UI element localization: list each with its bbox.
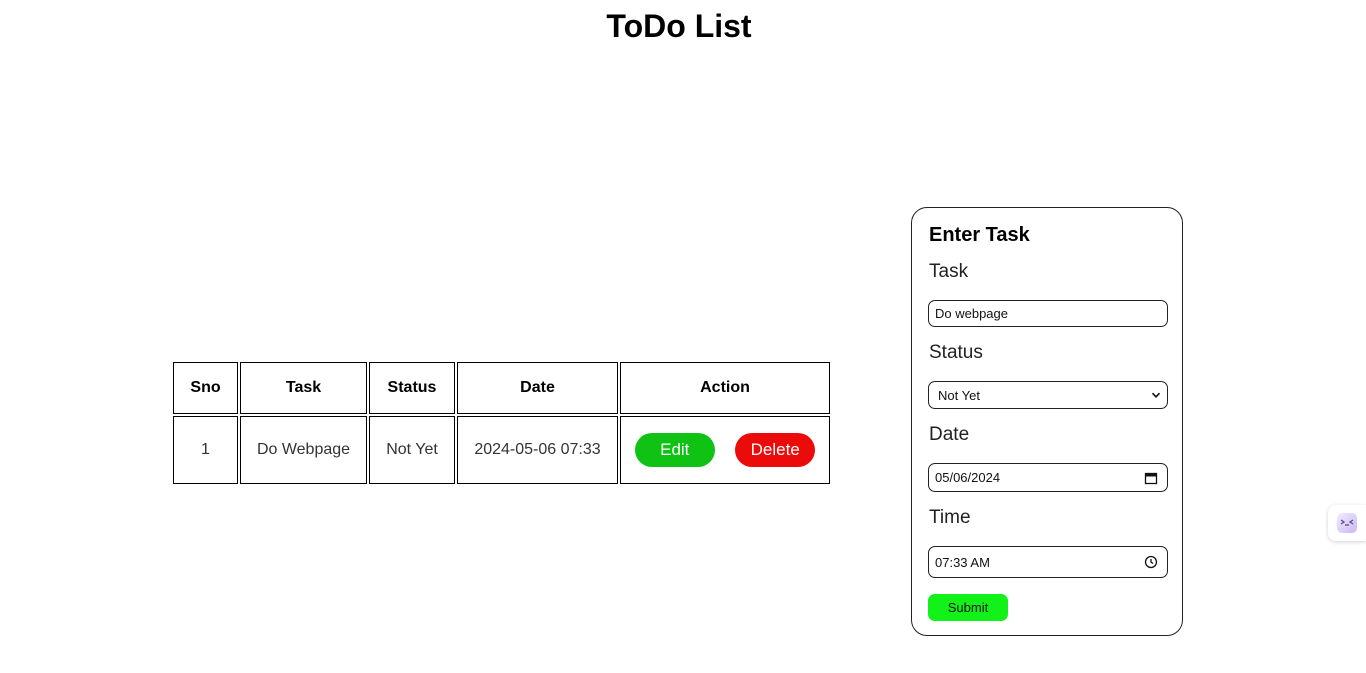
header-task: Task (240, 362, 367, 414)
table-row: 1 Do Webpage Not Yet 2024-05-06 07:33 Ed… (173, 416, 830, 484)
header-date: Date (457, 362, 618, 414)
status-label: Status (929, 342, 983, 363)
task-label: Task (929, 261, 969, 282)
cell-sno: 1 (173, 416, 238, 484)
time-input[interactable]: 07:33 AM (928, 546, 1168, 578)
page-title: ToDo List (606, 8, 752, 44)
header-status: Status (369, 362, 455, 414)
todo-table: Sno Task Status Date Action 1 Do Webpage… (171, 360, 832, 486)
table-header-row: Sno Task Status Date Action (173, 362, 830, 414)
clock-icon[interactable] (1144, 555, 1158, 569)
date-input[interactable]: 05/06/2024 (928, 463, 1168, 492)
header-sno: Sno (173, 362, 238, 414)
delete-button[interactable]: Delete (735, 433, 816, 467)
assistant-widget-button[interactable] (1328, 505, 1366, 541)
chevron-down-icon (1151, 392, 1161, 398)
time-input-value: 07:33 AM (935, 554, 990, 570)
submit-button[interactable]: Submit (928, 594, 1008, 621)
cell-action: Edit Delete (620, 416, 830, 484)
cell-status: Not Yet (369, 416, 455, 484)
status-select[interactable]: Not Yet (928, 381, 1168, 409)
date-label: Date (929, 424, 970, 445)
cell-task: Do Webpage (240, 416, 367, 484)
page: ToDo List Sno Task Status Date Action 1 … (0, 0, 1366, 673)
assistant-widget-icon (1337, 513, 1357, 533)
task-input-value: Do webpage (935, 306, 1008, 321)
time-label: Time (929, 507, 971, 528)
date-input-value: 05/06/2024 (935, 470, 1001, 485)
task-form-card: Enter Task Task Do webpage Status Not Ye… (911, 207, 1183, 636)
task-input[interactable]: Do webpage (928, 300, 1168, 327)
cell-date: 2024-05-06 07:33 (457, 416, 618, 484)
edit-button[interactable]: Edit (634, 433, 715, 467)
calendar-icon[interactable] (1144, 471, 1158, 485)
header-action: Action (620, 362, 830, 414)
status-select-value: Not Yet (938, 387, 980, 403)
form-heading: Enter Task (929, 224, 1030, 246)
